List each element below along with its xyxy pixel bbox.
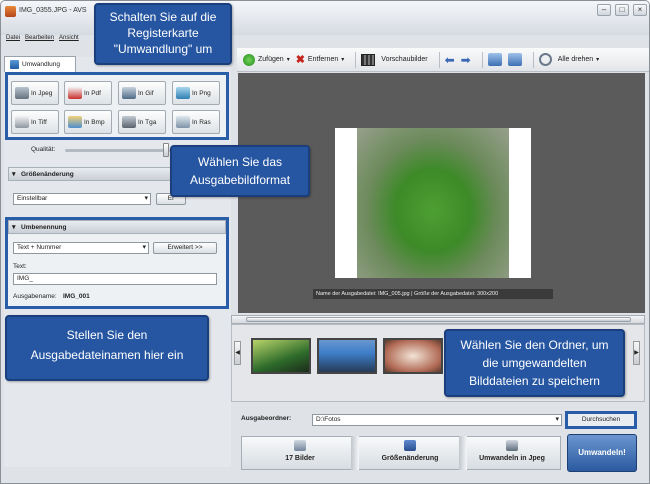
callout-format: Wählen Sie das Ausgabebildformat [170,145,310,197]
gif-icon [122,87,136,99]
rotate-right-button[interactable] [507,50,522,70]
format-jpeg-button[interactable]: In Jpeg [11,81,59,105]
rename-advanced-button[interactable]: Erweitert >> [153,242,217,254]
thumbnails-button[interactable]: Vorschaubilder [361,50,428,70]
next-button[interactable]: ➡ [461,50,471,70]
format-pdf-button[interactable]: In Pdf [64,81,112,105]
app-window: IMG_0355.JPG - AVS – □ × Datei Bearbeite… [0,0,650,484]
quality-slider-handle[interactable] [163,143,169,157]
format-bmp-button[interactable]: In Bmp [64,110,112,134]
output-folder-label: Ausgabeordner: [241,415,292,422]
format-gif-button[interactable]: In Gif [118,81,166,105]
menu-edit[interactable]: Bearbeiten [25,35,54,47]
rotate-all-icon [538,53,552,66]
toolbar-divider [355,51,357,68]
arrow-right-icon: ➡ [460,52,471,67]
preview-caption: Name der Ausgabedatei: IMG_005.jpg | Grö… [313,289,553,299]
output-folder-select[interactable]: D:\Fotos [312,414,562,426]
strip-scroll-right-button[interactable]: ▶ [633,341,640,365]
menu-file[interactable]: Datei [6,35,20,47]
output-name-value: IMG_001 [63,293,90,300]
window-controls: – □ × [597,4,647,16]
app-logo-icon [5,6,16,17]
resize-icon [404,440,416,451]
chevron-down-icon: ▾ [341,57,345,63]
callout-filename: Stellen Sie den Ausgabedateinamen hier e… [5,315,209,381]
remove-icon: ✖ [295,54,305,66]
camera-icon [15,87,29,99]
rotate-left-icon [487,53,502,66]
format-tiff-button[interactable]: In Tiff [11,110,59,134]
quality-slider-track[interactable] [65,149,170,152]
pdf-icon [68,87,82,99]
rotate-all-button[interactable]: Alle drehen ▾ [538,50,600,70]
maximize-button[interactable]: □ [615,4,629,16]
png-icon [176,87,190,99]
minimize-button[interactable]: – [597,4,611,16]
rename-text-input[interactable]: IMG_ [13,273,217,285]
close-button[interactable]: × [633,4,647,16]
text-label: Text: [13,263,27,270]
scrollbar-thumb[interactable] [246,317,631,322]
rename-section-header[interactable]: Umbenennung [8,220,226,234]
quality-label: Qualität: [31,146,56,153]
images-icon [294,440,306,451]
bmp-icon [68,116,82,128]
step-convert-to[interactable]: Umwandeln in Jpeg [465,438,559,468]
tiff-icon [15,116,29,128]
browse-button[interactable]: Durchsuchen [565,411,637,429]
format-tga-button[interactable]: In Tga [118,110,166,134]
conversion-icon [10,60,19,69]
rotate-left-button[interactable] [487,50,502,70]
thumbnail-scrollbar[interactable] [231,315,645,324]
thumbnail-item[interactable] [251,338,311,374]
step-divider [351,436,359,470]
step-images[interactable]: 17 Bilder [253,438,347,468]
chevron-down-icon: ▾ [596,57,600,63]
toolbar-divider [481,51,483,68]
main-toolbar: Zufügen ▾ ✖ Entfernen ▾ Vorschaubilder ⬅… [237,48,649,72]
step-resize[interactable]: Größenänderung [363,438,457,468]
add-button[interactable]: Zufügen ▾ [243,50,290,70]
format-png-button[interactable]: In Png [172,81,220,105]
menu-view[interactable]: Ansicht [59,35,79,47]
ras-icon [176,116,190,128]
callout-tab: Schalten Sie auf die Registerkarte "Umwa… [94,3,232,65]
camera-icon [506,440,518,451]
tab-conversion[interactable]: Umwandlung [4,56,76,72]
format-ras-button[interactable]: In Ras [172,110,220,134]
remove-button[interactable]: ✖ Entfernen ▾ [296,50,345,70]
rename-mode-select[interactable]: Text + Nummer [13,242,149,254]
thumbnails-icon [361,53,376,66]
resize-mode-select[interactable]: Einstellbar [13,193,151,205]
output-name-label: Ausgabename: [13,293,57,300]
convert-button[interactable]: Umwandeln! [567,434,637,472]
arrow-left-icon: ⬅ [444,52,455,67]
window-title: IMG_0355.JPG - AVS [19,7,87,14]
previous-button[interactable]: ⬅ [445,50,455,70]
toolbar-divider [438,51,440,68]
callout-folder: Wählen Sie den Ordner, um die umgewandel… [444,329,625,397]
tga-icon [122,116,136,128]
thumbnail-item[interactable] [317,338,377,374]
preview-image [357,128,509,278]
strip-scroll-left-button[interactable]: ◀ [234,341,241,365]
add-icon [243,53,255,66]
toolbar-divider [532,51,534,68]
thumbnail-item[interactable] [383,338,443,374]
rotate-right-icon [507,53,522,66]
chevron-down-icon: ▾ [286,57,290,63]
